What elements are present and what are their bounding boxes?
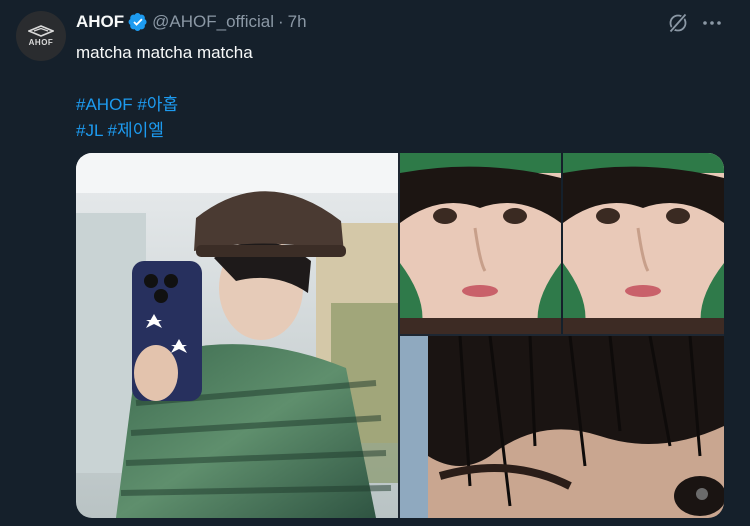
verified-badge-icon[interactable]: [128, 12, 148, 32]
avatar-logo-text: AHOF: [28, 38, 54, 47]
hair-eye-closeup-photo[interactable]: [400, 336, 724, 518]
avatar[interactable]: AHOF: [16, 11, 66, 61]
tweet-header: AHOF @AHOF_official · 7h: [76, 10, 307, 34]
author-handle[interactable]: @AHOF_official: [152, 12, 274, 32]
hashtag-ahof[interactable]: #AHOF: [76, 95, 133, 114]
tweet-text: matcha matcha matcha #AHOF #아홉 #JL #제이엘: [76, 40, 716, 144]
more-horizontal-icon[interactable]: [700, 11, 724, 35]
hashtag-jl[interactable]: #JL: [76, 121, 103, 140]
hashtag-jl-korean[interactable]: #제이엘: [108, 121, 164, 140]
timestamp[interactable]: 7h: [288, 12, 307, 32]
media-grid: [76, 153, 724, 518]
tweet-text-line: matcha matcha matcha: [76, 43, 253, 62]
author-name[interactable]: AHOF: [76, 12, 124, 32]
logo-icon: [28, 25, 54, 37]
separator-dot: ·: [278, 12, 284, 31]
tweet[interactable]: AHOF AHOF @AHOF_official · 7h matcha mat…: [0, 0, 750, 526]
hashtag-line: #AHOF #아홉: [76, 92, 716, 118]
grok-icon[interactable]: [666, 11, 690, 35]
mirror-selfie-photo[interactable]: [76, 153, 398, 518]
closeup-face-collage-photo[interactable]: [400, 153, 724, 334]
hashtag-line: #JL #제이엘: [76, 118, 716, 144]
hashtag-ahop-korean[interactable]: #아홉: [137, 95, 178, 114]
